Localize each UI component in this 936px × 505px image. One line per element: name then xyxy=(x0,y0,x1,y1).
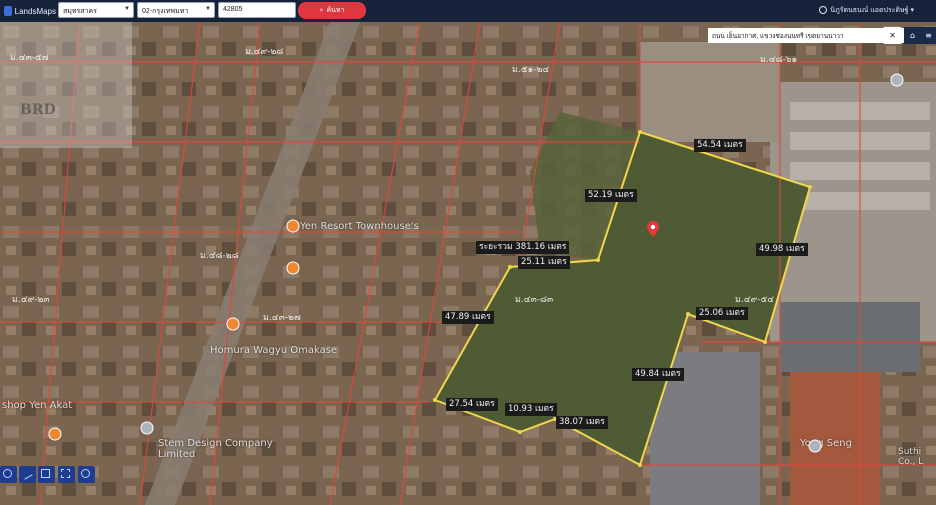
place-label[interactable]: Suthi Co., L xyxy=(898,447,936,467)
chevron-down-icon: ▼ xyxy=(124,6,130,12)
parcel-label: ม.๕๑-๒๔ xyxy=(512,65,550,75)
rectangle-icon xyxy=(61,469,70,478)
poi-icon[interactable] xyxy=(808,438,822,457)
place-label[interactable]: Stem Design Company Limited xyxy=(158,438,278,460)
watermark-panel: BRD xyxy=(0,22,132,148)
user-name: นิภูรัตนธนณ์ แอดประดิษฐ์ xyxy=(830,7,909,14)
search-button-label: ค้นหา xyxy=(326,7,345,14)
draw-polygon-tool[interactable] xyxy=(38,466,55,483)
home-icon[interactable]: ⌂ xyxy=(904,27,921,44)
location-marker-icon[interactable] xyxy=(646,220,660,242)
segment-length-label: 27.54 เมตร xyxy=(446,398,498,411)
segment-length-label: 49.98 เมตร xyxy=(756,243,808,256)
menu-icon[interactable]: ≡ xyxy=(921,27,936,44)
parcel-label: ม.๔๙-๒๓ xyxy=(12,295,50,305)
segment-length-label: 10.93 เมตร xyxy=(505,403,557,416)
parcel-label: ม.๔๙-๒๘ xyxy=(245,47,284,57)
search-icon: ⌕ xyxy=(319,6,324,14)
poi-icon[interactable] xyxy=(140,420,154,439)
parcel-label: ม.๔๘-๖๑ xyxy=(760,55,798,65)
logo-icon xyxy=(4,6,12,16)
chevron-down-icon: ▼ xyxy=(205,6,211,12)
measure-distance-tool[interactable] xyxy=(0,466,17,483)
district-select[interactable]: 02-กรุงเทพมหา ▼ xyxy=(137,2,215,18)
poi-icon[interactable] xyxy=(286,260,300,279)
poi-icon[interactable] xyxy=(890,72,904,91)
place-label[interactable]: Yen Resort Townhouse's xyxy=(300,221,419,232)
draw-rectangle-tool[interactable] xyxy=(58,466,75,483)
parcel-label: ม.๔๓-๘๓ xyxy=(515,295,554,305)
circle-icon xyxy=(81,469,90,478)
user-icon xyxy=(819,6,828,15)
province-select[interactable]: สมุทรสาคร ▼ xyxy=(58,2,134,18)
distance-icon xyxy=(3,469,12,478)
segment-length-label: 38.07 เมตร xyxy=(556,416,608,429)
polygon-icon xyxy=(41,469,50,478)
segment-length-label: 47.89 เมตร xyxy=(442,311,494,324)
search-button[interactable]: ⌕ ค้นหา xyxy=(298,2,366,19)
app-logo[interactable]: LandsMaps xyxy=(4,2,56,20)
parcel-number-value: 42805 xyxy=(223,6,243,13)
app-name: LandsMaps xyxy=(14,6,56,16)
segment-length-label: 25.06 เมตร xyxy=(696,307,748,320)
segment-length-label: 52.19 เมตร xyxy=(585,189,637,202)
top-bar: LandsMaps สมุทรสาคร ▼ 02-กรุงเทพมหา ▼ 42… xyxy=(0,0,936,22)
parcel-label: ม.๔๘-๒๘ xyxy=(200,251,239,261)
parcel-label: ม.๔๓-๒๗ xyxy=(263,313,301,323)
poi-icon[interactable] xyxy=(48,426,62,445)
total-distance-label: ระยะรวม 381.16 เมตร xyxy=(476,241,570,254)
parcel-label: ม.๔๓-๕๗ xyxy=(10,53,49,63)
segment-length-label: 54.54 เมตร xyxy=(694,139,746,152)
place-label[interactable]: Homura Wagyu Omakase xyxy=(210,345,337,356)
watermark-text: BRD xyxy=(20,102,56,118)
location-search-field[interactable]: ถนน เย็นอากาศ, แขวงช่องนนทรี เขตยานนาวา xyxy=(708,28,904,43)
draw-line-tool[interactable] xyxy=(19,466,36,483)
poi-icon[interactable] xyxy=(286,218,300,237)
segment-length-label: 25.11 เมตร xyxy=(518,256,570,269)
parcel-label: ม.๔๙-๕๔ xyxy=(735,295,775,305)
close-icon[interactable]: ✕ xyxy=(884,27,901,44)
place-label[interactable]: shop Yen Akat xyxy=(2,400,72,411)
line-icon xyxy=(20,467,33,480)
province-value: สมุทรสาคร xyxy=(63,8,97,15)
poi-icon[interactable] xyxy=(226,316,240,335)
user-menu[interactable]: นิภูรัตนธนณ์ แอดประดิษฐ์ ▾ xyxy=(819,5,914,16)
district-value: 02-กรุงเทพมหา xyxy=(142,8,189,15)
draw-circle-tool[interactable] xyxy=(78,466,95,483)
segment-length-label: 49.84 เมตร xyxy=(632,368,684,381)
parcel-number-input[interactable]: 42805 xyxy=(218,2,296,18)
